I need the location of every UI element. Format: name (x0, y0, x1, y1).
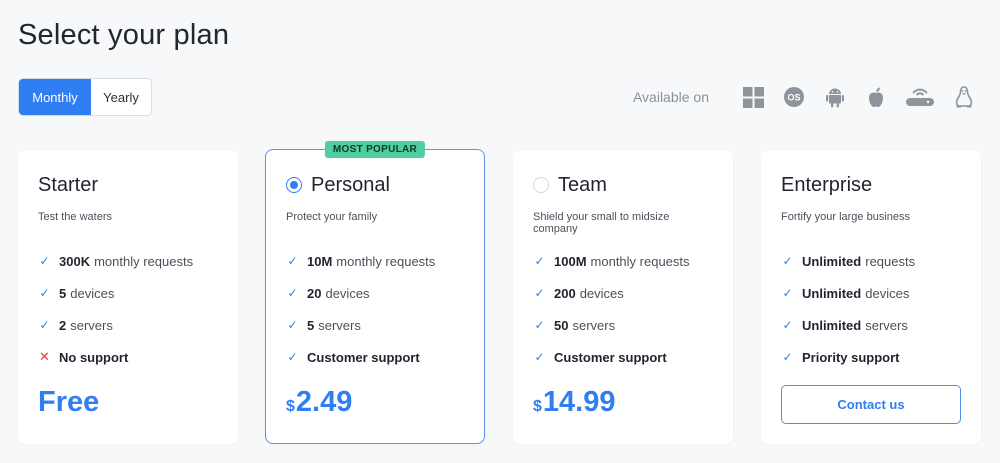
plan-price: $ 2.49 (286, 386, 352, 419)
feature-item: ✓ Priority support (782, 349, 900, 365)
plan-subtitle: Shield your small to midsize company (533, 211, 670, 235)
check-icon: ✓ (39, 318, 50, 332)
router-icon (906, 86, 934, 108)
feature-list: ✓ 300K monthly requests ✓ 5 devices ✓ 2 server… (38, 245, 218, 373)
plan-card-personal[interactable]: MOST POPULAR Personal Protect your famil… (265, 141, 485, 444)
billing-yearly-button[interactable]: Yearly (91, 79, 151, 115)
feature-item: ✓ 50 servers (534, 317, 616, 333)
plan-radio-personal[interactable] (286, 177, 302, 193)
plan-price: $ 14.99 (533, 386, 615, 419)
feature-item: ✓ 300K monthly requests (39, 253, 194, 269)
plan-subtitle: Test the waters (38, 211, 112, 223)
plan-subtitle: Protect your family (286, 211, 378, 223)
svg-text:OS: OS (787, 93, 800, 103)
windows-icon (742, 86, 764, 108)
check-icon: ✓ (39, 286, 50, 300)
linux-icon (953, 86, 975, 108)
feature-item: ✓ 5 servers (287, 317, 361, 333)
check-icon: ✓ (782, 318, 793, 332)
plan-subtitle: Fortify your large business (781, 211, 910, 223)
feature-item: ✓ 20 devices (287, 285, 370, 301)
most-popular-badge: MOST POPULAR (324, 141, 426, 158)
plan-card-team[interactable]: Team Shield your small to midsize compan… (513, 150, 733, 444)
plan-name: Starter (38, 173, 99, 196)
plan-radio-team[interactable] (533, 177, 549, 193)
feature-item: ✓ Customer support (287, 349, 420, 365)
check-icon: ✓ (39, 254, 50, 268)
price-amount: Free (38, 386, 100, 418)
feature-list: ✓ Unlimited requests ✓ Unlimited devices ✓ Un… (781, 245, 961, 373)
feature-list: ✓ 10M monthly requests ✓ 20 devices ✓ 5 server… (286, 245, 464, 373)
macos-icon: OS (783, 86, 805, 108)
plan-card-starter[interactable]: Starter Test the waters ✓ 300K monthly req… (18, 150, 238, 444)
plan-name: Personal (311, 173, 390, 196)
billing-toggle: Monthly Yearly (18, 78, 152, 116)
price-currency: $ (286, 398, 295, 415)
plan-price: Free (38, 386, 99, 419)
cross-icon: ✕ (39, 349, 50, 364)
check-icon: ✓ (534, 286, 545, 300)
feature-item: ✓ 5 devices (39, 285, 115, 301)
feature-list: ✓ 100M monthly requests ✓ 200 devices ✓ 50 ser… (533, 245, 713, 373)
feature-item: ✕ No support (39, 349, 129, 365)
feature-item: ✓ 100M monthly requests (534, 253, 690, 269)
check-icon: ✓ (287, 350, 298, 364)
feature-item: ✓ 10M monthly requests (287, 253, 436, 269)
feature-item: ✓ Unlimited devices (782, 285, 910, 301)
platform-availability: Available on OS (633, 82, 975, 112)
availability-label: Available on (632, 89, 709, 105)
check-icon: ✓ (534, 350, 545, 364)
feature-item: ✓ 200 devices (534, 285, 624, 301)
price-currency: $ (533, 398, 542, 415)
feature-item: ✓ Customer support (534, 349, 667, 365)
check-icon: ✓ (534, 318, 545, 332)
check-icon: ✓ (782, 350, 793, 364)
plan-name: Enterprise (781, 173, 873, 196)
check-icon: ✓ (287, 286, 298, 300)
check-icon: ✓ (782, 254, 793, 268)
check-icon: ✓ (287, 254, 298, 268)
page-title: Select your plan (18, 19, 230, 51)
android-icon (824, 86, 846, 108)
apple-icon (865, 86, 887, 108)
feature-item: ✓ Unlimited servers (782, 317, 908, 333)
feature-item: ✓ Unlimited requests (782, 253, 916, 269)
billing-monthly-button[interactable]: Monthly (19, 79, 91, 115)
price-amount: 2.49 (295, 386, 353, 418)
check-icon: ✓ (782, 286, 793, 300)
plan-name: Team (558, 173, 607, 196)
check-icon: ✓ (287, 318, 298, 332)
price-amount: 14.99 (542, 386, 616, 418)
contact-us-button[interactable]: Contact us (781, 385, 961, 424)
check-icon: ✓ (534, 254, 545, 268)
plan-card-enterprise: Enterprise Fortify your large business ✓… (761, 150, 981, 444)
feature-item: ✓ 2 servers (39, 317, 113, 333)
